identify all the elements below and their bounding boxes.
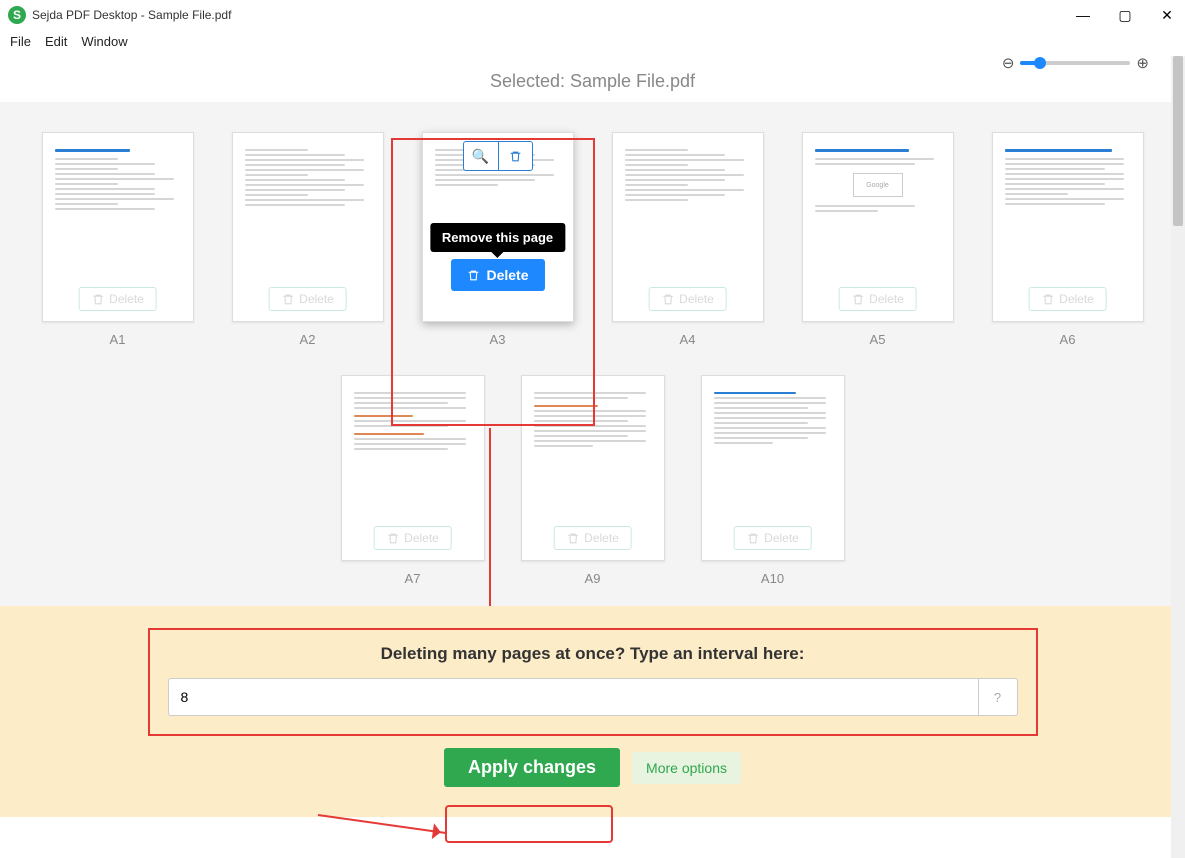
- page-preview: Delete: [521, 375, 665, 561]
- zoom-controls: ⊖ ⊕: [1002, 54, 1149, 72]
- maximize-button[interactable]: ▢: [1115, 7, 1135, 24]
- menu-window[interactable]: Window: [81, 34, 127, 49]
- page-label: A5: [870, 332, 886, 347]
- delete-page-button[interactable]: Delete: [838, 287, 917, 311]
- footer-band: Deleting many pages at once? Type an int…: [0, 606, 1185, 817]
- close-button[interactable]: ✕: [1157, 7, 1177, 24]
- interval-help-button[interactable]: ?: [978, 678, 1018, 716]
- app-logo: S: [8, 6, 26, 24]
- trash-icon: [1041, 293, 1054, 306]
- page-label: A9: [585, 571, 601, 586]
- zoom-out-icon[interactable]: ⊖: [1002, 54, 1015, 72]
- workspace: Delete A1 Delete A2 🔍: [0, 102, 1185, 606]
- window-title: Sejda PDF Desktop - Sample File.pdf: [32, 8, 231, 22]
- page-preview: Delete: [992, 132, 1144, 322]
- page-preview: Delete: [42, 132, 194, 322]
- zoom-slider[interactable]: [1020, 61, 1130, 65]
- page-preview: 🔍 Remove this page Delete: [422, 132, 574, 322]
- page-label: A4: [680, 332, 696, 347]
- page-grid-row1: Delete A1 Delete A2 🔍: [20, 132, 1165, 347]
- delete-page-button[interactable]: Delete: [648, 287, 727, 311]
- zoom-page-button[interactable]: 🔍: [464, 142, 498, 170]
- page-thumb-a2[interactable]: Delete A2: [228, 132, 388, 347]
- trash-icon: [281, 293, 294, 306]
- page-preview: Delete: [341, 375, 485, 561]
- interval-panel: Deleting many pages at once? Type an int…: [148, 628, 1038, 736]
- delete-page-button[interactable]: Delete: [733, 526, 812, 550]
- page-thumb-a10[interactable]: Delete A10: [698, 375, 848, 586]
- page-thumb-a3[interactable]: 🔍 Remove this page Delete A3: [418, 132, 578, 347]
- page-thumb-a5[interactable]: Google Delete A5: [798, 132, 958, 347]
- trash-icon: [566, 532, 579, 545]
- menu-file[interactable]: File: [10, 34, 31, 49]
- title-bar: S Sejda PDF Desktop - Sample File.pdf — …: [0, 0, 1185, 30]
- page-thumb-a4[interactable]: Delete A4: [608, 132, 768, 347]
- delete-page-button-active[interactable]: Delete: [450, 259, 544, 291]
- apply-changes-button[interactable]: Apply changes: [444, 748, 620, 787]
- delete-page-button[interactable]: Delete: [553, 526, 632, 550]
- delete-tooltip: Remove this page: [430, 223, 565, 252]
- delete-page-button[interactable]: Delete: [373, 526, 452, 550]
- page-grid-row2: Delete A7 Delete A9 Del: [20, 375, 1165, 586]
- page-label: A7: [405, 571, 421, 586]
- vertical-scrollbar[interactable]: [1171, 56, 1185, 858]
- page-thumb-a1[interactable]: Delete A1: [38, 132, 198, 347]
- page-label: A2: [300, 332, 316, 347]
- trash-icon: [851, 293, 864, 306]
- more-options-link[interactable]: More options: [632, 752, 741, 784]
- annotation-arrow-apply: [318, 814, 447, 834]
- zoom-in-icon[interactable]: ⊕: [1136, 54, 1149, 72]
- trash-icon: [746, 532, 759, 545]
- page-preview: Delete: [232, 132, 384, 322]
- trash-icon: [466, 269, 479, 282]
- page-label: A6: [1060, 332, 1076, 347]
- menu-bar: File Edit Window: [0, 30, 1185, 57]
- window-controls: — ▢ ✕: [1073, 7, 1177, 24]
- delete-page-icon-button[interactable]: [498, 142, 532, 170]
- page-thumb-a6[interactable]: Delete A6: [988, 132, 1148, 347]
- page-preview: Google Delete: [802, 132, 954, 322]
- trash-icon: [386, 532, 399, 545]
- menu-edit[interactable]: Edit: [45, 34, 67, 49]
- page-thumb-a9[interactable]: Delete A9: [518, 375, 668, 586]
- interval-title: Deleting many pages at once? Type an int…: [168, 644, 1018, 664]
- page-label: A10: [761, 571, 784, 586]
- delete-page-button[interactable]: Delete: [78, 287, 157, 311]
- page-hover-toolbar: 🔍: [463, 141, 533, 171]
- interval-input[interactable]: [168, 678, 978, 716]
- delete-page-button[interactable]: Delete: [1028, 287, 1107, 311]
- page-label: A1: [110, 332, 126, 347]
- trash-icon: [91, 293, 104, 306]
- page-preview: Delete: [701, 375, 845, 561]
- page-label: A3: [490, 332, 506, 347]
- delete-page-button[interactable]: Delete: [268, 287, 347, 311]
- page-thumb-a7[interactable]: Delete A7: [338, 375, 488, 586]
- minimize-button[interactable]: —: [1073, 7, 1093, 24]
- trash-icon: [661, 293, 674, 306]
- page-preview: Delete: [612, 132, 764, 322]
